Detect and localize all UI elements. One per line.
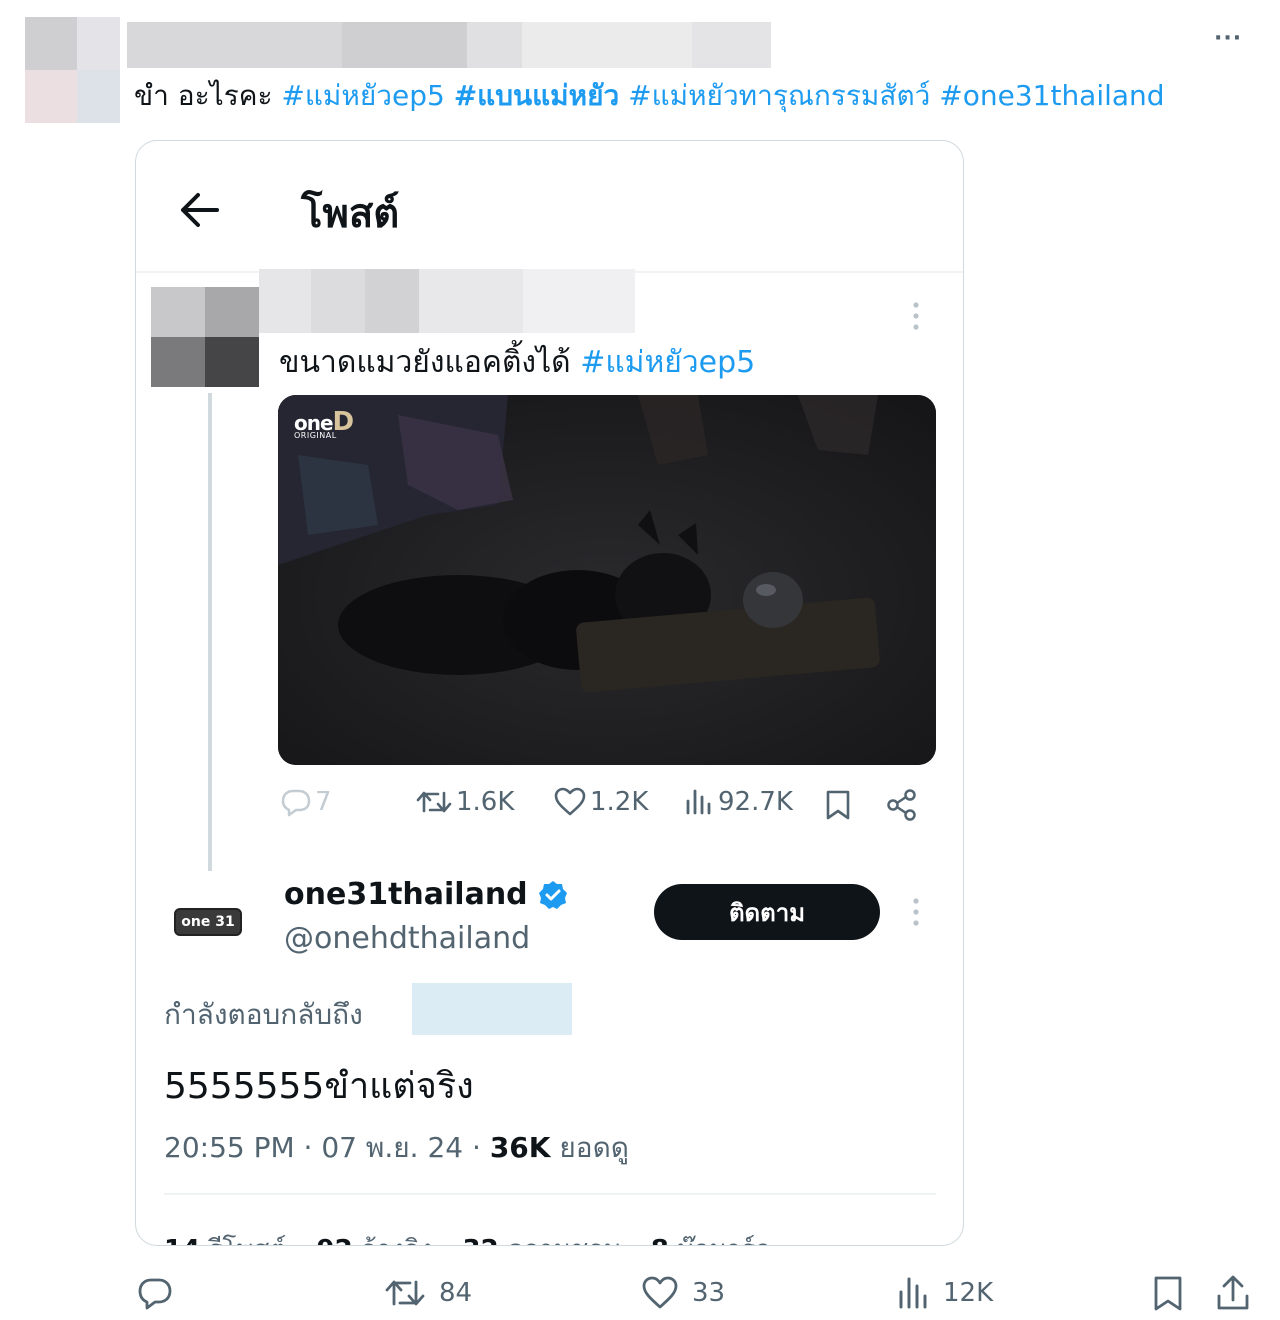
reply-time[interactable]: 20:55 PM (164, 1131, 295, 1164)
reply-more-icon[interactable] (912, 897, 920, 927)
replying-to-label: กำลังตอบกลับถึง (164, 998, 363, 1031)
heart-icon (642, 1276, 678, 1309)
outer-bookmark-button[interactable] (1152, 1275, 1184, 1313)
repost-icon (385, 1280, 425, 1306)
avatar-logo-text: one 31 (174, 908, 242, 936)
outer-reply-button[interactable] (137, 1275, 187, 1311)
outer-more-button[interactable]: ··· (1214, 26, 1250, 56)
views-chart-icon (686, 789, 711, 815)
hashtag-link[interactable]: #one31thailand (939, 79, 1164, 112)
share-upload-icon (1217, 1275, 1249, 1310)
reply-icon (138, 1278, 172, 1310)
embedded-screenshot-card[interactable]: โพสต์ ขนาดแมวยังแอคติ้งได้ #แม่หยัวep5 o… (135, 140, 964, 1246)
outer-share-button[interactable] (1215, 1274, 1251, 1312)
original-username-blurred[interactable] (259, 269, 635, 333)
original-reply-stat[interactable]: 7 (281, 787, 332, 817)
timestamp-divider (164, 1193, 936, 1195)
outer-avatar-blurred[interactable] (25, 17, 120, 123)
hashtag-link[interactable]: #แบนแม่หยัว (454, 79, 620, 112)
reply-views-label: ยอดดู (559, 1131, 629, 1164)
reply-display-name[interactable]: one31thailand (284, 877, 568, 912)
quotes-count[interactable]: 92 (317, 1235, 353, 1245)
hashtag-link[interactable]: #แม่หยัวep5 (281, 79, 444, 112)
hashtag-link[interactable]: #แม่หยัวep5 (580, 345, 755, 380)
bookmark-icon (1154, 1276, 1182, 1311)
reply-timestamp-row: 20:55 PM · 07 พ.ย. 24 · 36K ยอดดู (164, 1131, 629, 1164)
original-avatar-blurred[interactable] (151, 287, 259, 387)
reply-icon (281, 789, 311, 817)
original-text: ขนาดแมวยังแอคติ้งได้ (279, 345, 571, 380)
bookmarks-count[interactable]: 8 (651, 1235, 669, 1245)
outer-repost-button[interactable]: 84 (385, 1275, 472, 1311)
follow-button[interactable]: ติดตาม (654, 884, 880, 940)
bookmark-icon[interactable] (824, 789, 852, 821)
hashtag-link[interactable]: #แม่หยัวทารุณกรรมสัตว์ (628, 79, 930, 112)
original-tweet-text: ขนาดแมวยังแอคติ้งได้ #แม่หยัวep5 (279, 339, 755, 386)
reply-tweet-text: 5555555ขำแต่จริง (164, 1066, 474, 1107)
thread-line (208, 393, 212, 871)
outer-text-prefix: ขำ อะไรคะ (134, 79, 273, 112)
likes-label[interactable]: ความชอบ (507, 1235, 621, 1245)
tweet-media-video[interactable]: oneD ORIGINAL (278, 395, 936, 765)
repost-icon (416, 791, 452, 813)
bookmarks-label[interactable]: บุ๊กมาร์ก (677, 1235, 771, 1245)
media-channel-logo: oneD ORIGINAL (294, 407, 354, 440)
back-arrow-icon[interactable] (178, 191, 220, 229)
likes-count[interactable]: 32 (463, 1235, 499, 1245)
share-icon[interactable] (886, 789, 918, 821)
quotes-label[interactable]: อ้างอิง (361, 1235, 432, 1245)
original-like-stat[interactable]: 1.2K (554, 787, 648, 817)
reply-date[interactable]: 07 พ.ย. 24 (321, 1131, 463, 1164)
heart-icon (554, 787, 586, 816)
outer-views-button[interactable]: 12K (897, 1275, 993, 1311)
reply-views-count: 36K (489, 1131, 551, 1164)
verified-badge-icon (538, 880, 567, 909)
views-chart-icon (899, 1277, 927, 1309)
reposts-count[interactable]: 14 (164, 1235, 200, 1245)
original-repost-stat[interactable]: 1.6K (416, 787, 514, 817)
outer-like-button[interactable]: 33 (642, 1275, 725, 1311)
original-more-icon[interactable] (912, 301, 920, 331)
replying-to-user-blurred[interactable] (412, 983, 572, 1035)
original-views-stat[interactable]: 92.7K (684, 787, 793, 817)
reply-avatar[interactable]: one 31 (174, 901, 242, 939)
reply-handle[interactable]: @onehdthailand (284, 921, 530, 956)
outer-tweet-text: ขำ อะไรคะ #แม่หยัวep5 #แบนแม่หยัว #แม่หย… (134, 74, 1165, 118)
reposts-label[interactable]: รีโพสต์ (208, 1235, 286, 1245)
outer-username-blurred[interactable] (127, 22, 771, 68)
page-title: โพสต์ (301, 191, 400, 237)
reply-engagement-row: 14 รีโพสต์ 92 อ้างอิง 32 ความชอบ 8 บุ๊กม… (164, 1229, 771, 1245)
